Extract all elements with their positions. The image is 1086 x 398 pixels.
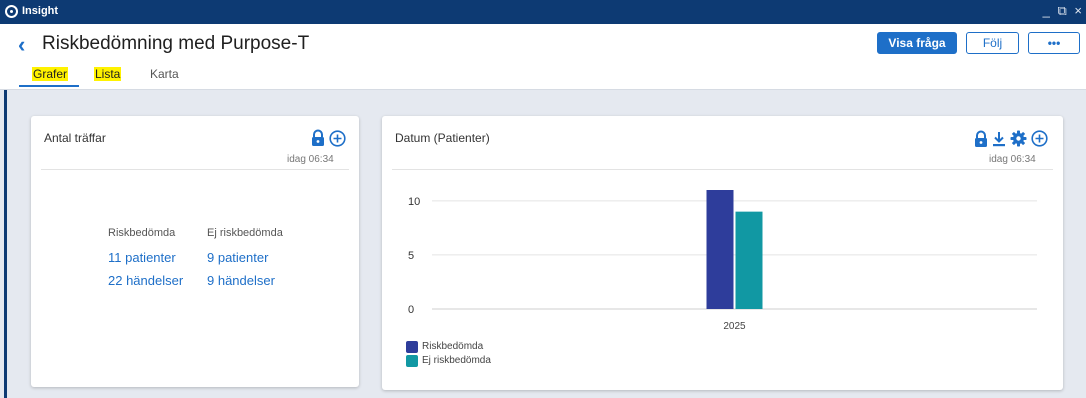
x-tick-label: 2025: [723, 321, 746, 332]
y-tick-label: 5: [408, 250, 414, 262]
add-icon[interactable]: [329, 130, 346, 147]
page-header: ‹ Riskbedömning med Purpose-T Visa fråga…: [0, 24, 1086, 90]
app-name: Insight: [22, 5, 59, 17]
column-heading: Riskbedömda: [108, 227, 176, 239]
chart-card: Datum (Patienter) idag 06:34 0 5 10 2025 Ri…: [382, 116, 1063, 390]
left-border: [4, 90, 7, 398]
card-title: Antal träffar: [44, 131, 106, 145]
app-logo-icon: [5, 5, 18, 18]
events-link[interactable]: 9 händelser: [207, 273, 275, 288]
more-button[interactable]: •••: [1028, 32, 1080, 54]
active-tab-indicator: [19, 85, 79, 87]
legend-swatch: [406, 341, 418, 353]
y-tick-label: 0: [408, 304, 414, 316]
bar: [706, 190, 734, 309]
back-icon[interactable]: ‹: [18, 32, 25, 58]
title-bar: Insight _ ⧉ ×: [0, 0, 1086, 24]
legend-swatch: [406, 355, 418, 367]
lock-icon[interactable]: [310, 129, 326, 147]
bar-chart: 0 5 10 2025: [408, 190, 1037, 332]
tab-karta[interactable]: Karta: [149, 67, 180, 81]
page-title: Riskbedömning med Purpose-T: [42, 33, 310, 54]
hits-card: Antal träffar idag 06:34 Riskbedömda 11 …: [31, 116, 359, 387]
patients-link[interactable]: 11 patienter: [108, 250, 176, 265]
column-heading: Ej riskbedömda: [207, 227, 283, 239]
card-divider: [41, 169, 349, 170]
timestamp: idag 06:34: [287, 154, 334, 165]
follow-button[interactable]: Följ: [966, 32, 1019, 54]
tab-grafer[interactable]: Grafer: [32, 67, 69, 81]
tab-label: Karta: [150, 67, 179, 81]
patients-link[interactable]: 9 patienter: [207, 250, 268, 265]
bar: [735, 211, 763, 309]
events-link[interactable]: 22 händelser: [108, 273, 183, 288]
show-query-button[interactable]: Visa fråga: [877, 32, 957, 54]
legend-label: Riskbedömda: [422, 341, 484, 352]
tab-label: Grafer: [32, 67, 69, 81]
y-tick-label: 10: [408, 196, 420, 208]
tab-label: Lista: [94, 67, 122, 81]
tab-lista[interactable]: Lista: [94, 67, 122, 81]
window-controls[interactable]: _ ⧉ ×: [1043, 3, 1084, 19]
legend-label: Ej riskbedömda: [422, 355, 491, 366]
